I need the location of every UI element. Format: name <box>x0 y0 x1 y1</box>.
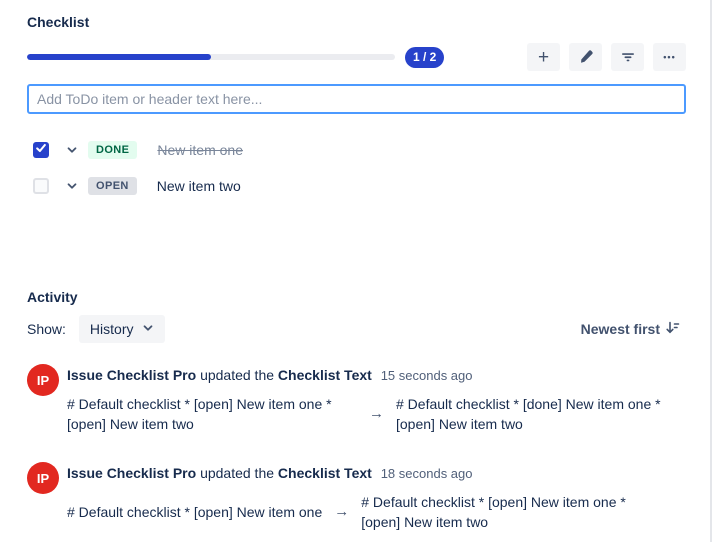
actor-name: Issue Checklist Pro <box>67 367 196 383</box>
edit-checklist-button[interactable] <box>569 43 602 71</box>
item-text[interactable]: New item two <box>157 178 241 194</box>
sort-descending-icon <box>665 320 680 338</box>
action-text: updated the <box>200 367 274 383</box>
change-arrow-icon: → <box>369 404 384 424</box>
activity-entry-content: Issue Checklist Pro updated the Checklis… <box>67 462 663 532</box>
checklist-items: DONE New item one OPEN New item two <box>27 140 686 196</box>
status-badge[interactable]: OPEN <box>88 177 137 195</box>
field-name: Checklist Text <box>278 367 372 383</box>
history-filter-dropdown[interactable]: History <box>79 315 166 343</box>
chevron-down-icon[interactable] <box>66 180 78 192</box>
show-label: Show: <box>27 321 66 337</box>
value-after: # Default checklist * [open] New item on… <box>361 492 663 532</box>
value-before: # Default checklist * [open] New item on… <box>67 394 357 434</box>
activity-entry-content: Issue Checklist Pro updated the Checklis… <box>67 364 686 434</box>
checklist-item-row: DONE New item one <box>33 140 686 160</box>
plus-icon: + <box>538 48 549 67</box>
sort-order-button[interactable]: Newest first <box>575 319 686 339</box>
field-name: Checklist Text <box>278 465 372 481</box>
change-arrow-icon: → <box>334 502 349 522</box>
sort-order-label: Newest first <box>581 321 660 337</box>
activity-entry-header: Issue Checklist Pro updated the Checklis… <box>67 367 686 383</box>
more-actions-button[interactable]: ••• <box>653 43 686 71</box>
history-filter-value: History <box>90 321 134 337</box>
filter-icon <box>620 49 636 65</box>
item-text[interactable]: New item one <box>157 142 243 158</box>
chevron-down-icon[interactable] <box>66 144 78 156</box>
progress-count-badge: 1 / 2 <box>405 47 444 68</box>
pencil-icon <box>578 49 594 65</box>
change-diff: # Default checklist * [open] New item on… <box>67 492 663 532</box>
checklist-toolbar: + ••• <box>527 43 686 71</box>
progress-row: 1 / 2 + <box>27 43 686 71</box>
actor-name: Issue Checklist Pro <box>67 465 196 481</box>
add-todo-input[interactable] <box>27 84 686 114</box>
ellipsis-icon: ••• <box>663 53 675 62</box>
progress-bar <box>27 54 395 60</box>
timestamp: 15 seconds ago <box>381 368 473 383</box>
item-checkbox-unchecked[interactable] <box>33 178 49 194</box>
checkmark-icon <box>35 141 47 159</box>
checklist-item-row: OPEN New item two <box>33 176 686 196</box>
value-before: # Default checklist * [open] New item on… <box>67 502 322 522</box>
activity-entry: IP Issue Checklist Pro updated the Check… <box>27 462 686 532</box>
chevron-down-icon <box>142 321 154 337</box>
activity-entry: IP Issue Checklist Pro updated the Check… <box>27 364 686 434</box>
activity-title: Activity <box>27 289 686 305</box>
action-text: updated the <box>200 465 274 481</box>
add-item-button[interactable]: + <box>527 43 560 71</box>
status-badge[interactable]: DONE <box>88 141 137 159</box>
checklist-panel: Checklist 1 / 2 + <box>0 0 719 542</box>
activity-entry-header: Issue Checklist Pro updated the Checklis… <box>67 465 663 481</box>
value-after: # Default checklist * [done] New item on… <box>396 394 686 434</box>
avatar: IP <box>27 364 59 396</box>
change-diff: # Default checklist * [open] New item on… <box>67 394 686 434</box>
checklist-title: Checklist <box>27 14 686 30</box>
filter-button[interactable] <box>611 43 644 71</box>
item-checkbox-checked[interactable] <box>33 142 49 158</box>
avatar: IP <box>27 462 59 494</box>
progress-fill <box>27 54 211 60</box>
activity-controls: Show: History Newest first <box>27 315 686 343</box>
scrollbar-track <box>710 0 712 542</box>
timestamp: 18 seconds ago <box>381 466 473 481</box>
